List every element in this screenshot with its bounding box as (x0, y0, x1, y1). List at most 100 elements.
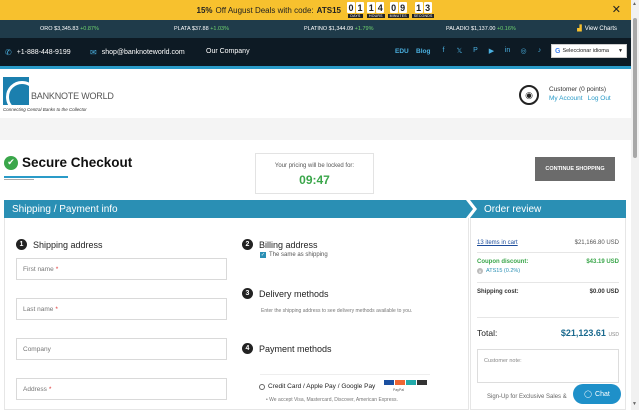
amex-icon (406, 380, 416, 385)
promo-message: Off August Deals with code: (215, 5, 314, 15)
x-icon[interactable]: 𝕏 (455, 47, 464, 55)
required-mark: * (55, 265, 59, 273)
site-logo[interactable]: BANKNOTE WORLD (3, 77, 114, 105)
visa-icon (384, 380, 394, 385)
chat-label: Chat (595, 390, 610, 398)
coupon-row: Coupon discount: $43.19 USD (477, 259, 619, 265)
scroll-up-icon[interactable]: ▲ (632, 1, 637, 7)
coupon-code: ATS15 (0.2%) (486, 268, 521, 274)
facebook-icon[interactable]: f (439, 47, 448, 55)
radio-icon (259, 383, 265, 390)
divider (477, 252, 619, 253)
ticker-item-gold: ORO $3,345.83 +0.87% (40, 26, 99, 32)
step-title: Delivery methods (259, 288, 329, 299)
logo-tagline: Connecting Central Banks to the Collecto… (3, 107, 87, 112)
site-header: BANKNOTE WORLD Connecting Central Banks … (0, 66, 631, 118)
phone-link[interactable]: ✆ +1-888-448-9199 (5, 48, 71, 57)
linkedin-icon[interactable]: in (503, 47, 512, 55)
close-icon[interactable]: ✕ (612, 3, 621, 16)
countdown-label: HOURS (366, 14, 385, 18)
language-select[interactable]: G Seleccionar idioma ▼ (551, 44, 627, 58)
mastercard-icon (395, 380, 405, 385)
continue-shopping-button[interactable]: CONTINUE SHOPPING (535, 157, 615, 181)
scrollbar-thumb[interactable] (633, 18, 637, 158)
contact-bar: ✆ +1-888-448-9199 ✉ shop@banknoteworld.c… (0, 38, 631, 66)
metal-ticker: ORO $3,345.83 +0.87% PLATA $37.88 +1.03%… (0, 20, 631, 38)
email-address: shop@banknoteworld.com (101, 49, 185, 56)
title-underline (4, 176, 68, 178)
shipping-cost-value: $0.00 USD (589, 289, 619, 295)
our-company-link[interactable]: Our Company (206, 48, 250, 55)
required-mark: * (48, 385, 52, 393)
ticker-name: PLATA (174, 26, 191, 32)
countdown-days: 0 1 DAYS (346, 2, 364, 18)
ticker-price: $3,345.83 (54, 26, 79, 32)
checkout-heading: ✔ Secure Checkout (4, 155, 132, 170)
required-mark: * (55, 305, 58, 313)
promo-percent: 15% (196, 5, 213, 15)
total-currency: USD (608, 332, 619, 338)
mail-icon: ✉ (90, 48, 97, 57)
countdown-digit: 4 (376, 2, 385, 13)
customer-name: Customer (0 points) (549, 86, 607, 93)
discover-icon (417, 380, 427, 385)
company-field[interactable]: Company (16, 338, 227, 360)
phone-icon: ✆ (5, 48, 12, 57)
youtube-icon[interactable]: ▶ (487, 47, 496, 55)
tiktok-icon[interactable]: ♪ (535, 47, 544, 55)
my-account-link[interactable]: My Account (549, 95, 583, 102)
chart-icon: ▟ (577, 26, 582, 32)
order-review-banner: Order review (470, 200, 626, 218)
items-in-cart-link[interactable]: 13 items in cart (477, 240, 518, 246)
step-number: 2 (242, 239, 253, 250)
ticker-change: +1.03% (210, 26, 230, 32)
payment-option-card[interactable]: Credit Card / Apple Pay / Google Pay (259, 383, 375, 390)
promo-bar: 15% Off August Deals with code: ATS15 0 … (0, 0, 631, 20)
ticker-item-platinum: PLATINO $1,344.09 +1.79% (304, 26, 373, 32)
countdown-label: DAYS (348, 14, 363, 18)
delivery-methods-heading: 3 Delivery methods (242, 288, 329, 299)
logout-link[interactable]: Log Out (588, 95, 611, 102)
pinterest-icon[interactable]: P (471, 47, 480, 55)
step-title: Payment methods (259, 343, 332, 354)
countdown-digit: 1 (367, 2, 376, 13)
last-name-field[interactable]: Last name * (16, 298, 227, 320)
divider (477, 282, 619, 283)
total-label: Total: (477, 328, 498, 338)
step-title: Shipping address (33, 239, 103, 250)
promo-text: 15% Off August Deals with code: ATS15 (197, 6, 341, 15)
logo-text: BANKNOTE WORLD (31, 91, 114, 101)
first-name-field[interactable]: First name * (16, 258, 227, 280)
edu-link[interactable]: EDU (395, 48, 409, 55)
countdown-digit: 1 (414, 2, 423, 13)
address-field[interactable]: Address * (16, 378, 227, 400)
customer-note-input[interactable]: Customer note: (477, 349, 619, 383)
view-charts-link[interactable]: ▟ View Charts (577, 25, 617, 33)
ticker-change: +1.79% (354, 26, 374, 32)
remove-coupon-icon[interactable]: ✕ (477, 268, 483, 274)
step-number: 3 (242, 288, 253, 299)
field-label: Address (23, 385, 47, 393)
price-lock-text: Your pricing will be locked for: (274, 163, 355, 169)
chat-button[interactable]: ◯ Chat (573, 384, 621, 404)
same-as-shipping-checkbox[interactable]: ✓ The same as shipping (260, 252, 328, 258)
countdown-label: MINUTES (387, 14, 409, 18)
countdown-label: SECONDS (411, 14, 435, 18)
same-as-shipping-label: The same as shipping (269, 252, 328, 258)
blog-link[interactable]: Blog (416, 48, 430, 55)
customer-icon[interactable]: ◉ (519, 85, 539, 105)
payment-option-label: Credit Card / Apple Pay / Google Pay (268, 383, 376, 390)
total-value: $21,123.61 USD (561, 328, 619, 338)
field-label: Last name (23, 305, 54, 313)
page-title: Secure Checkout (22, 155, 133, 170)
customer-info: Customer (0 points) My Account Log Out (549, 86, 611, 102)
ticker-item-silver: PLATA $37.88 +1.03% (174, 26, 229, 32)
ticker-change: +0.87% (80, 26, 99, 32)
social-links: f 𝕏 P ▶ in ◎ ♪ (439, 47, 544, 55)
google-icon: G (555, 47, 561, 55)
email-link[interactable]: ✉ shop@banknoteworld.com (90, 48, 185, 57)
scroll-down-icon[interactable]: ▼ (632, 401, 637, 407)
items-subtotal: $21,166.80 USD (574, 240, 619, 246)
countdown-timer: 0 1 DAYS 1 4 HOURS 0 9 MINUTES 1 3 SECON… (346, 2, 435, 18)
instagram-icon[interactable]: ◎ (519, 47, 528, 55)
